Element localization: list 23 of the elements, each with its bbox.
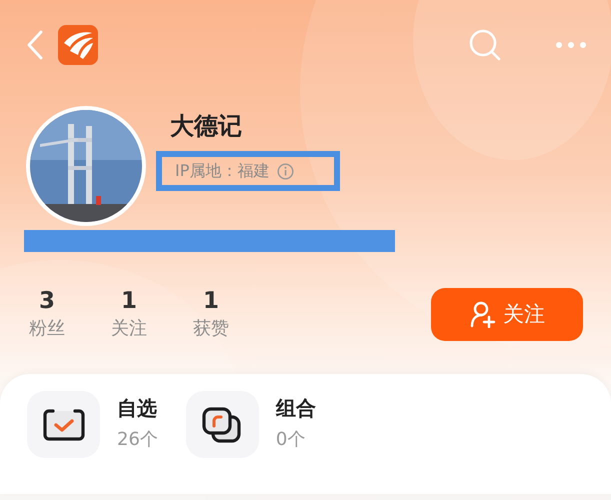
app-logo-icon: [58, 25, 98, 65]
collection-tile[interactable]: [27, 391, 100, 458]
ip-location: IP属地：福建: [175, 160, 270, 182]
info-icon[interactable]: [277, 162, 294, 180]
checkbox-icon: [42, 408, 84, 442]
collection-title: 自选: [117, 395, 158, 422]
search-button[interactable]: [467, 27, 503, 63]
follow-button[interactable]: 关注: [431, 288, 583, 340]
stat-value: 1: [202, 287, 219, 316]
more-button[interactable]: [555, 41, 587, 49]
user-name: 大德记: [170, 111, 243, 142]
collection-tile[interactable]: [186, 391, 259, 458]
collection-count: 0个: [276, 428, 306, 452]
stat-value: 1: [120, 287, 137, 316]
back-button[interactable]: [26, 29, 44, 61]
collection-count: 26个: [117, 428, 158, 452]
add-user-icon: [469, 300, 497, 328]
stat-value: 3: [38, 287, 55, 316]
layers-icon: [201, 406, 244, 444]
stat-label: 获赞: [193, 317, 229, 341]
collection-title: 组合: [276, 395, 316, 422]
stat-label: 粉丝: [29, 317, 65, 341]
stat-label: 关注: [111, 317, 147, 341]
